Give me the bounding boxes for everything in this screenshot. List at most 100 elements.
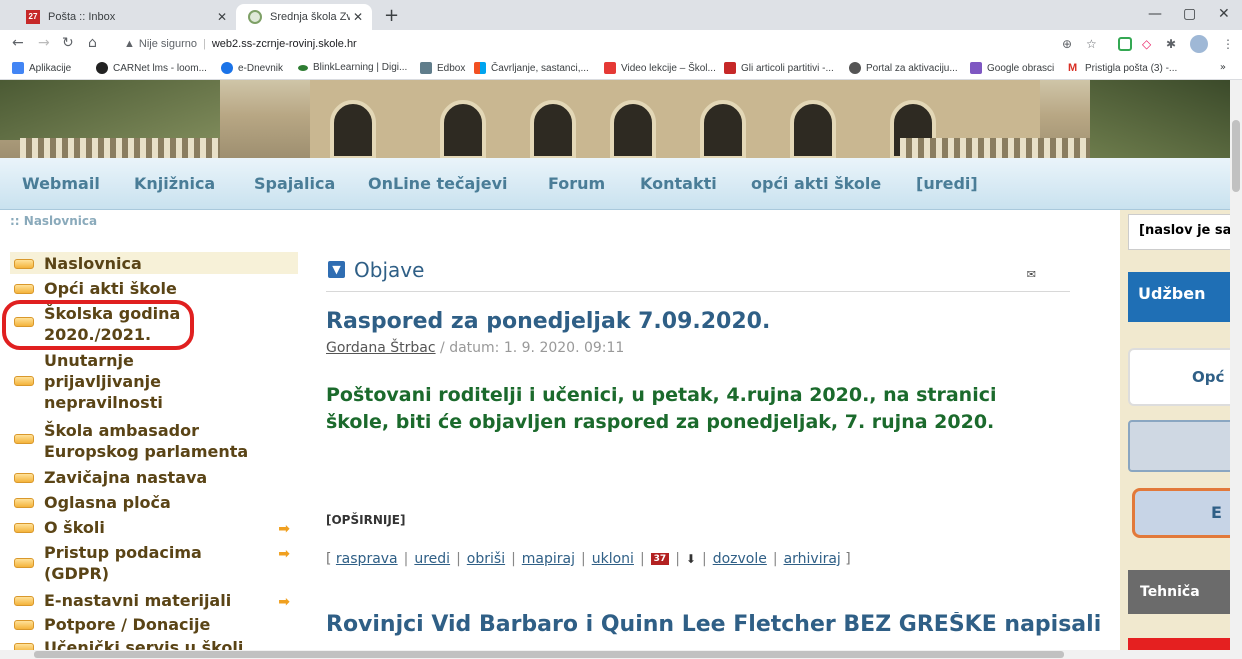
- bookmark-video-lekcije[interactable]: Video lekcije – Škol...: [604, 62, 716, 74]
- extensions-puzzle-icon[interactable]: ✱: [1166, 37, 1176, 51]
- read-more-link[interactable]: [OPŠIRNIJE]: [326, 513, 405, 527]
- back-arrow-icon[interactable]: ←: [12, 35, 24, 51]
- url-text[interactable]: web2.ss-zcrnje-rovinj.skole.hr: [212, 38, 357, 50]
- bookmark-carnet-lms[interactable]: CARNet lms - loom...: [96, 62, 207, 74]
- bullet-icon: [14, 498, 34, 508]
- warning-triangle-icon[interactable]: ▲: [124, 38, 135, 50]
- post-author-link[interactable]: Gordana Štrbac: [326, 340, 436, 356]
- sidebar-item-label: Naslovnica: [44, 254, 142, 273]
- bookmark-gmail[interactable]: M Pristigla pošta (3) -...: [1068, 62, 1177, 74]
- bullet-icon: [14, 376, 34, 386]
- bookmark-blinklearning[interactable]: BlinkLearning | Digi...: [298, 62, 407, 73]
- school-favicon-icon: [248, 10, 262, 24]
- post-title[interactable]: Rovinjci Vid Barbaro i Quinn Lee Fletche…: [326, 612, 1101, 650]
- bookmark-aplikacije[interactable]: Aplikacije: [12, 62, 71, 74]
- right-box-naslov[interactable]: [naslov je sa: [1128, 214, 1238, 250]
- posta-favicon-icon: 27: [26, 10, 40, 24]
- action-ukloni[interactable]: ukloni: [592, 551, 634, 567]
- menu-uredi[interactable]: [uredi]: [916, 174, 978, 193]
- tab-posta-inbox[interactable]: 27 Pošta :: Inbox ✕: [14, 4, 236, 30]
- bullet-icon: [14, 643, 34, 650]
- forward-arrow-icon[interactable]: →: [38, 35, 50, 51]
- right-box-red[interactable]: [1128, 638, 1238, 650]
- bookmark-label: CARNet lms - loom...: [113, 62, 207, 74]
- menu-opci-akti[interactable]: opći akti škole: [751, 174, 881, 193]
- sidebar-item-potpore-donacije[interactable]: Potpore / Donacije: [10, 614, 298, 635]
- tehnicka-button[interactable]: Tehniča: [1128, 570, 1238, 614]
- udzbenici-button[interactable]: Udžben: [1128, 272, 1238, 322]
- carnet-icon: [96, 62, 108, 74]
- opci-akti-button[interactable]: Opć: [1128, 348, 1238, 406]
- vertical-scrollbar[interactable]: [1230, 80, 1242, 659]
- action-arhiviraj[interactable]: arhiviraj: [784, 551, 841, 567]
- right-box-label: Tehniča: [1140, 584, 1200, 600]
- sidebar-item-e-nastavni-materijali[interactable]: E-nastavni materijali ➡: [10, 590, 298, 611]
- security-warning-label[interactable]: Nije sigurno: [139, 38, 197, 50]
- action-dozvole[interactable]: dozvole: [713, 551, 767, 567]
- scrollbar-thumb[interactable]: [1232, 120, 1240, 192]
- sidebar-item-o-skoli[interactable]: O školi ➡: [10, 517, 298, 538]
- bookmark-label: Pristigla pošta (3) -...: [1085, 62, 1178, 74]
- sidebar-item-oglasna-ploca[interactable]: Oglasna ploča: [10, 492, 298, 513]
- action-rasprava[interactable]: rasprava: [336, 551, 398, 567]
- menu-online-tecajevi[interactable]: OnLine tečajevi: [368, 174, 508, 193]
- minimize-button[interactable]: —: [1148, 6, 1162, 22]
- post-actions: [ rasprava | uredi | obriši | mapiraj | uklo…: [326, 551, 851, 567]
- sidebar-item-zavicajna-nastava[interactable]: Zavičajna nastava: [10, 467, 298, 488]
- bookmark-gli-articoli[interactable]: Gli articoli partitivi -...: [724, 62, 834, 74]
- menu-webmail[interactable]: Webmail: [22, 174, 100, 193]
- kebab-menu-icon[interactable]: ⋮: [1222, 37, 1234, 51]
- breadcrumb[interactable]: :: Naslovnica: [10, 214, 97, 228]
- action-uredi[interactable]: uredi: [414, 551, 450, 567]
- profile-avatar[interactable]: [1190, 35, 1208, 53]
- menu-kontakti[interactable]: Kontakti: [640, 174, 717, 193]
- sidebar-item-pristup-podacima[interactable]: Pristup podacima (GDPR) ➡: [10, 542, 298, 584]
- window-close-button[interactable]: ✕: [1218, 6, 1230, 22]
- collapse-arrow-icon[interactable]: ▼: [328, 261, 345, 278]
- close-tab-icon[interactable]: ✕: [214, 10, 230, 24]
- bullet-icon: [14, 259, 34, 269]
- horizontal-scrollbar[interactable]: [0, 650, 1230, 659]
- home-icon[interactable]: ⌂: [88, 35, 97, 51]
- bullet-icon: [14, 434, 34, 444]
- sidebar-item-ucenicki-servis[interactable]: Učenički servis u školi: [10, 637, 298, 650]
- sidebar-item-naslovnica[interactable]: Naslovnica: [10, 253, 298, 274]
- move-down-arrow-icon[interactable]: ⬇: [686, 552, 696, 566]
- post-meta: Gordana Štrbac / datum: 1. 9. 2020. 09:1…: [326, 340, 624, 356]
- menu-knjiznica[interactable]: Knjižnica: [134, 174, 215, 193]
- action-mapiraj[interactable]: mapiraj: [522, 551, 575, 567]
- e-button[interactable]: E: [1132, 488, 1242, 538]
- new-tab-button[interactable]: +: [384, 5, 399, 26]
- bookmark-e-dnevnik[interactable]: e-Dnevnik: [221, 62, 283, 74]
- menu-forum[interactable]: Forum: [548, 174, 605, 193]
- sidebar-item-opci-akti[interactable]: Opći akti škole: [10, 278, 298, 299]
- right-box-blank[interactable]: [1128, 420, 1238, 472]
- bookmarks-overflow-button[interactable]: »: [1220, 62, 1226, 73]
- mail-icon[interactable]: ✉: [1027, 268, 1036, 281]
- sidebar-item-unutarnje-prijavljivanje[interactable]: Unutarnje prijavljivanje nepravilnosti: [10, 350, 230, 413]
- scrollbar-thumb[interactable]: [34, 651, 1064, 658]
- bookmark-google-obrasci[interactable]: Google obrasci: [970, 62, 1054, 74]
- banner-window: [330, 100, 376, 158]
- zoom-icon[interactable]: ⊕: [1062, 37, 1072, 51]
- reload-icon[interactable]: ↻: [62, 35, 74, 51]
- sidebar-item-label: Učenički servis u školi: [44, 638, 244, 650]
- action-obrisi[interactable]: obriši: [467, 551, 505, 567]
- bookmark-edbox[interactable]: Edbox: [420, 62, 465, 74]
- extension-pink-icon[interactable]: ◇: [1142, 37, 1151, 51]
- bookmark-cavrljanje[interactable]: Čavrljanje, sastanci,...: [474, 62, 589, 74]
- maximize-button[interactable]: ▢: [1183, 6, 1196, 22]
- address-bar[interactable]: ▲ Nije sigurno | web2.ss-zcrnje-rovinj.s…: [124, 33, 1064, 55]
- menu-spajalica[interactable]: Spajalica: [254, 174, 335, 193]
- star-bookmark-icon[interactable]: ☆: [1086, 37, 1097, 51]
- browser-tab-bar: 27 Pošta :: Inbox ✕ Srednja škola Zvane …: [0, 0, 1242, 30]
- edbox-icon: [420, 62, 432, 74]
- tab-srednja-skola[interactable]: Srednja škola Zvane Črnje Rovinj ✕: [236, 4, 372, 30]
- bookmark-portal-aktivacija[interactable]: Portal za aktivaciju...: [849, 62, 958, 74]
- extension-green-icon[interactable]: [1118, 37, 1132, 51]
- banner-tree: [1090, 80, 1230, 158]
- close-tab-icon[interactable]: ✕: [350, 10, 366, 24]
- sidebar-item-skola-ambasador[interactable]: Škola ambasador Europskog parlamenta: [10, 420, 298, 462]
- post-title[interactable]: Raspored za ponedjeljak 7.09.2020.: [326, 309, 770, 334]
- bookmark-label: Portal za aktivaciju...: [866, 62, 958, 74]
